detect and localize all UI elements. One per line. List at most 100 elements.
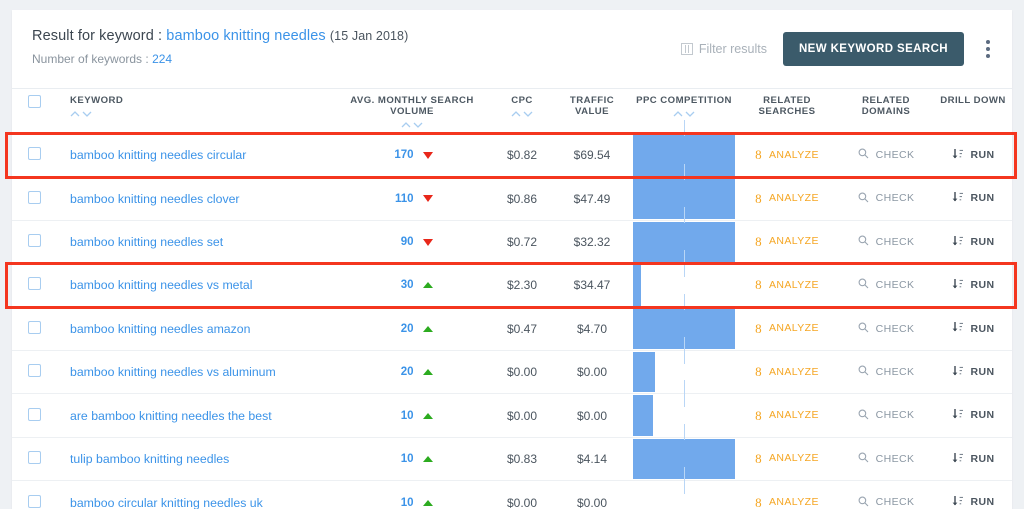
result-prefix: Result for keyword : xyxy=(32,28,163,44)
check-button[interactable]: CHECK xyxy=(858,278,915,292)
keyword-link[interactable]: bamboo knitting needles circular xyxy=(70,148,246,162)
run-button[interactable]: RUN xyxy=(952,452,995,467)
analyze-button[interactable]: 8 ANALYZE xyxy=(755,322,819,335)
th-drill-down-label: DRILL DOWN xyxy=(940,95,1006,106)
keyword-cell: bamboo circular knitting needles uk xyxy=(56,480,332,509)
table-row[interactable]: bamboo circular knitting needles uk 10 $0.… xyxy=(12,467,1012,509)
run-button[interactable]: RUN xyxy=(952,408,995,423)
analytics-icon: 8 xyxy=(755,451,763,467)
search-icon xyxy=(858,322,869,336)
keyword-link[interactable]: tulip bamboo knitting needles xyxy=(70,452,229,466)
drill-down-cell: RUN xyxy=(934,263,1012,308)
trend-up-icon xyxy=(422,412,433,419)
table-row[interactable]: bamboo knitting needles set 90 $0.72 $32.32… xyxy=(12,206,1012,278)
volume-cell: 170 xyxy=(332,133,492,177)
row-checkbox[interactable] xyxy=(27,234,41,248)
table-row[interactable]: bamboo knitting needles amazon 20 $0.47 $4.… xyxy=(12,293,1012,365)
keyword-link[interactable]: are bamboo knitting needles the best xyxy=(70,409,272,423)
related-searches-cell: 8 ANALYZE xyxy=(736,263,838,308)
run-button[interactable]: RUN xyxy=(952,321,995,336)
filter-results-button[interactable]: Filter results xyxy=(680,42,767,56)
run-button[interactable]: RUN xyxy=(952,495,995,509)
run-label: RUN xyxy=(970,366,995,378)
keyword-link[interactable]: bamboo knitting needles amazon xyxy=(70,322,250,336)
analyze-button[interactable]: 8 ANALYZE xyxy=(755,148,819,161)
trend-down-icon xyxy=(422,195,433,203)
th-keyword: KEYWORD xyxy=(56,87,332,134)
analyze-button[interactable]: 8 ANALYZE xyxy=(755,235,819,248)
related-domains-cell: CHECK xyxy=(838,263,934,308)
table-row[interactable]: bamboo knitting needles circular 170 $0.82… xyxy=(12,120,1012,191)
run-button[interactable]: RUN xyxy=(952,148,995,163)
check-label: CHECK xyxy=(875,322,915,335)
row-checkbox[interactable] xyxy=(27,277,41,291)
run-button[interactable]: RUN xyxy=(952,278,995,293)
more-options-icon[interactable] xyxy=(980,36,996,62)
table-row[interactable]: are bamboo knitting needles the best 10 $0… xyxy=(12,380,1012,451)
related-searches-cell: 8 ANALYZE xyxy=(736,306,838,351)
th-cpc-label: CPC xyxy=(511,95,533,106)
sort-volume-icon[interactable] xyxy=(332,121,492,129)
trend-up-icon xyxy=(422,456,433,463)
table-row[interactable]: bamboo knitting needles vs metal 30 $2.30 $… xyxy=(12,250,1012,321)
row-checkbox[interactable] xyxy=(27,407,41,421)
th-drill-down: DRILL DOWN xyxy=(934,87,1012,134)
row-checkbox[interactable] xyxy=(27,147,41,161)
check-button[interactable]: CHECK xyxy=(858,235,915,249)
drill-down-cell: RUN xyxy=(934,436,1012,481)
check-button[interactable]: CHECK xyxy=(858,192,915,206)
analyze-button[interactable]: 8 ANALYZE xyxy=(755,496,819,509)
check-button[interactable]: CHECK xyxy=(858,365,915,379)
sort-ppc-icon[interactable] xyxy=(632,110,736,118)
keyword-link[interactable]: bamboo knitting needles vs aluminum xyxy=(70,365,276,379)
row-checkbox[interactable] xyxy=(27,364,41,378)
row-checkbox[interactable] xyxy=(27,320,41,334)
check-button[interactable]: CHECK xyxy=(858,322,915,336)
traffic-value-cell: $32.32 xyxy=(552,219,632,264)
run-button[interactable]: RUN xyxy=(952,365,995,380)
check-button[interactable]: CHECK xyxy=(858,148,915,162)
analytics-icon: 8 xyxy=(755,277,763,293)
row-checkbox[interactable] xyxy=(27,494,41,508)
table-row[interactable]: tulip bamboo knitting needles 10 $0.83 $4.1… xyxy=(12,423,1012,495)
check-button[interactable]: CHECK xyxy=(858,496,915,509)
table-body: bamboo knitting needles circular 170 $0.82… xyxy=(12,120,1012,509)
header-actions: Filter results NEW KEYWORD SEARCH xyxy=(680,32,996,66)
sort-cpc-icon[interactable] xyxy=(492,110,552,118)
keyword-link[interactable]: bamboo knitting needles set xyxy=(70,235,223,249)
analytics-icon: 8 xyxy=(755,320,763,336)
search-icon xyxy=(858,148,869,162)
volume-cell: 110 xyxy=(332,176,492,221)
analytics-icon: 8 xyxy=(755,190,763,206)
related-domains-cell: CHECK xyxy=(838,436,934,481)
keyword-count-value: 224 xyxy=(152,52,173,66)
analyze-button[interactable]: 8 ANALYZE xyxy=(755,192,819,205)
row-select-cell xyxy=(12,263,56,308)
keyword-link[interactable]: bamboo circular knitting needles uk xyxy=(70,496,263,509)
sort-keyword-icon[interactable] xyxy=(70,110,332,118)
row-select-cell xyxy=(12,480,56,509)
check-button[interactable]: CHECK xyxy=(858,452,915,466)
search-icon xyxy=(858,278,869,292)
analyze-button[interactable]: 8 ANALYZE xyxy=(755,452,819,465)
row-checkbox[interactable] xyxy=(27,190,41,204)
result-keyword-link[interactable]: bamboo knitting needles xyxy=(166,28,326,44)
related-searches-cell: 8 ANALYZE xyxy=(736,480,838,509)
analyze-button[interactable]: 8 ANALYZE xyxy=(755,409,819,422)
select-all-checkbox[interactable] xyxy=(27,95,41,108)
search-icon xyxy=(858,365,869,379)
keyword-link[interactable]: bamboo knitting needles vs metal xyxy=(70,278,253,292)
related-searches-cell: 8 ANALYZE xyxy=(736,133,838,177)
check-button[interactable]: CHECK xyxy=(858,409,915,423)
table-row[interactable]: bamboo knitting needles vs aluminum 20 $0.… xyxy=(12,337,1012,408)
analyze-button[interactable]: 8 ANALYZE xyxy=(755,278,819,291)
keyword-cell: are bamboo knitting needles the best xyxy=(56,393,332,438)
run-button[interactable]: RUN xyxy=(952,235,995,250)
new-keyword-search-button[interactable]: NEW KEYWORD SEARCH xyxy=(782,32,964,66)
keyword-link[interactable]: bamboo knitting needles clover xyxy=(70,192,240,206)
analyze-button[interactable]: 8 ANALYZE xyxy=(755,365,819,378)
table-row[interactable]: bamboo knitting needles clover 110 $0.86 $4… xyxy=(12,163,1012,234)
row-checkbox[interactable] xyxy=(27,451,41,465)
table-header: KEYWORD AVG. MONTHLY SEARCH VOLUME CPC T… xyxy=(12,87,1012,134)
run-button[interactable]: RUN xyxy=(952,191,995,206)
